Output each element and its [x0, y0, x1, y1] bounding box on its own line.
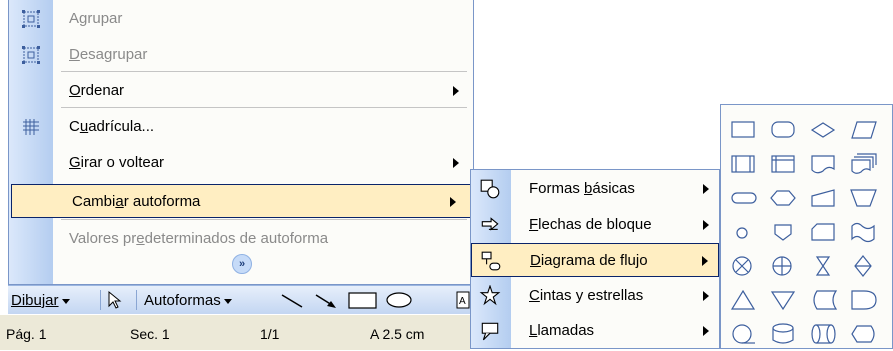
status-position: A 2.5 cm [370, 326, 425, 342]
shape-data-icon[interactable] [849, 117, 879, 143]
menu-item-label: Cuadrícula... [69, 118, 155, 135]
submenu-arrow-icon [450, 197, 456, 207]
basic-shapes-icon [479, 178, 501, 200]
dibujar-button[interactable]: Dibujar [11, 292, 70, 309]
menu-separator [61, 107, 467, 108]
autoformas-label: Autoformas [144, 292, 221, 309]
submenu-item-llamadas[interactable]: Llamadas [471, 314, 719, 348]
select-pointer-icon[interactable] [106, 290, 124, 314]
menu-item-girar-o-voltear[interactable]: Girar o voltear [9, 146, 473, 180]
grid-icon [21, 117, 41, 137]
submenu-item-diagrama-de-flujo[interactable]: Diagrama de flujo [471, 243, 719, 277]
menu-item-desagrupar[interactable]: Desagrupar [9, 38, 473, 72]
menu-item-label: Ordenar [69, 82, 125, 99]
dibujar-label: Dibujar [11, 292, 59, 309]
oval-tool-icon[interactable] [384, 289, 414, 315]
shape-multidocument-icon[interactable] [849, 151, 879, 177]
stars-banners-icon [479, 283, 501, 307]
arrow-tool-icon[interactable] [312, 289, 340, 315]
shape-manual-input-icon[interactable] [809, 185, 839, 211]
menu-item-label: Valores predeterminados de autoforma [69, 230, 329, 247]
shape-stored-data-icon[interactable] [809, 287, 839, 313]
shape-delay-icon[interactable] [849, 287, 879, 313]
submenu-arrow-icon [703, 290, 709, 301]
submenu-arrow-icon [453, 86, 459, 96]
submenu-item-label: Formas básicas [529, 180, 635, 197]
shape-internal-storage-icon[interactable] [769, 151, 799, 177]
textbox-tool-icon[interactable]: A [456, 290, 470, 314]
shape-or-icon[interactable] [769, 253, 799, 279]
rectangle-tool-icon[interactable] [346, 289, 380, 315]
shape-merge-icon[interactable] [769, 287, 799, 313]
shape-manual-operation-icon[interactable] [849, 185, 879, 211]
dibujar-menu: Agrupar Desagrupar Ordenar Cuadrícula... Gir… [8, 0, 474, 285]
shape-preparation-icon[interactable] [769, 185, 799, 211]
shape-process-icon[interactable] [729, 117, 759, 143]
submenu-item-label: Diagrama de flujo [530, 252, 648, 269]
line-tool-icon[interactable] [278, 289, 306, 315]
shape-magnetic-disk-icon[interactable] [769, 321, 799, 347]
submenu-arrow-icon [703, 326, 709, 336]
submenu-item-label: Flechas de bloque [529, 215, 652, 233]
menu-item-cuadrícula[interactable]: Cuadrícula... [9, 110, 473, 144]
menu-item-valores-predeterminados-de-autoforma[interactable]: Valores predeterminados de autoforma [9, 222, 473, 256]
menu-item-agrupar[interactable]: Agrupar [9, 2, 473, 36]
cambiar-autoforma-submenu: Formas básicas Flechas de bloque Diagrama … [470, 169, 720, 349]
menu-item-label: Agrupar [69, 10, 123, 27]
shape-display-icon[interactable] [849, 321, 879, 347]
shape-sort-icon[interactable] [849, 253, 879, 279]
submenu-item-label: Cintas y estrellas [529, 286, 644, 304]
shape-offpage-connector-icon[interactable] [769, 219, 799, 245]
submenu-arrow-icon [702, 256, 708, 266]
submenu-item-cintas-y-estrellas[interactable]: Cintas y estrellas [471, 279, 719, 313]
shape-alternate-process-icon[interactable] [769, 117, 799, 143]
group-icon [21, 9, 41, 29]
expand-menu-icon[interactable]: » [232, 254, 252, 274]
submenu-item-label: Llamadas [529, 322, 595, 339]
menu-item-label: Desagrupar [69, 46, 148, 63]
status-bar: Pág. 1 Sec. 1 1/1 A 2.5 cm [0, 314, 470, 350]
submenu-item-flechas-de-bloque[interactable]: Flechas de bloque [471, 208, 719, 242]
flowchart-shapes-palette [720, 104, 893, 349]
ungroup-icon [21, 45, 41, 65]
submenu-arrow-icon [703, 219, 709, 230]
submenu-item-formas-básicas[interactable]: Formas básicas [471, 172, 719, 206]
menu-item-label: Girar o voltear [69, 154, 165, 171]
flowchart-icon [480, 250, 502, 272]
shape-connector-icon[interactable] [729, 219, 759, 245]
status-page-count: 1/1 [260, 326, 280, 342]
svg-text:A: A [459, 296, 466, 307]
status-page: Pág. 1 [6, 326, 47, 342]
shape-direct-access-icon[interactable] [809, 321, 839, 347]
menu-item-cambiar-autoforma[interactable]: Cambiar autoforma [11, 184, 471, 218]
shape-summing-junction-icon[interactable] [729, 253, 759, 279]
shape-collate-icon[interactable] [809, 253, 839, 279]
callouts-icon [479, 320, 501, 342]
shape-sequential-access-icon[interactable] [729, 321, 759, 347]
block-arrows-icon [479, 214, 501, 236]
autoformas-button[interactable]: Autoformas [144, 292, 232, 309]
menu-item-label: Cambiar autoforma [72, 193, 201, 210]
submenu-arrow-icon [453, 158, 459, 168]
menu-item-ordenar[interactable]: Ordenar [9, 74, 473, 108]
status-section: Sec. 1 [130, 326, 170, 342]
shape-predefined-process-icon[interactable] [729, 151, 759, 177]
shape-punched-tape-icon[interactable] [849, 219, 879, 245]
shape-decision-icon[interactable] [809, 117, 839, 143]
shape-extract-icon[interactable] [729, 287, 759, 313]
drawing-toolbar: Dibujar Autoformas A [8, 285, 474, 314]
menu-separator [61, 219, 467, 220]
shape-document-icon[interactable] [809, 151, 839, 177]
shape-card-icon[interactable] [809, 219, 839, 245]
submenu-arrow-icon [703, 184, 709, 194]
menu-separator [61, 71, 467, 72]
shape-terminator-icon[interactable] [729, 185, 759, 211]
